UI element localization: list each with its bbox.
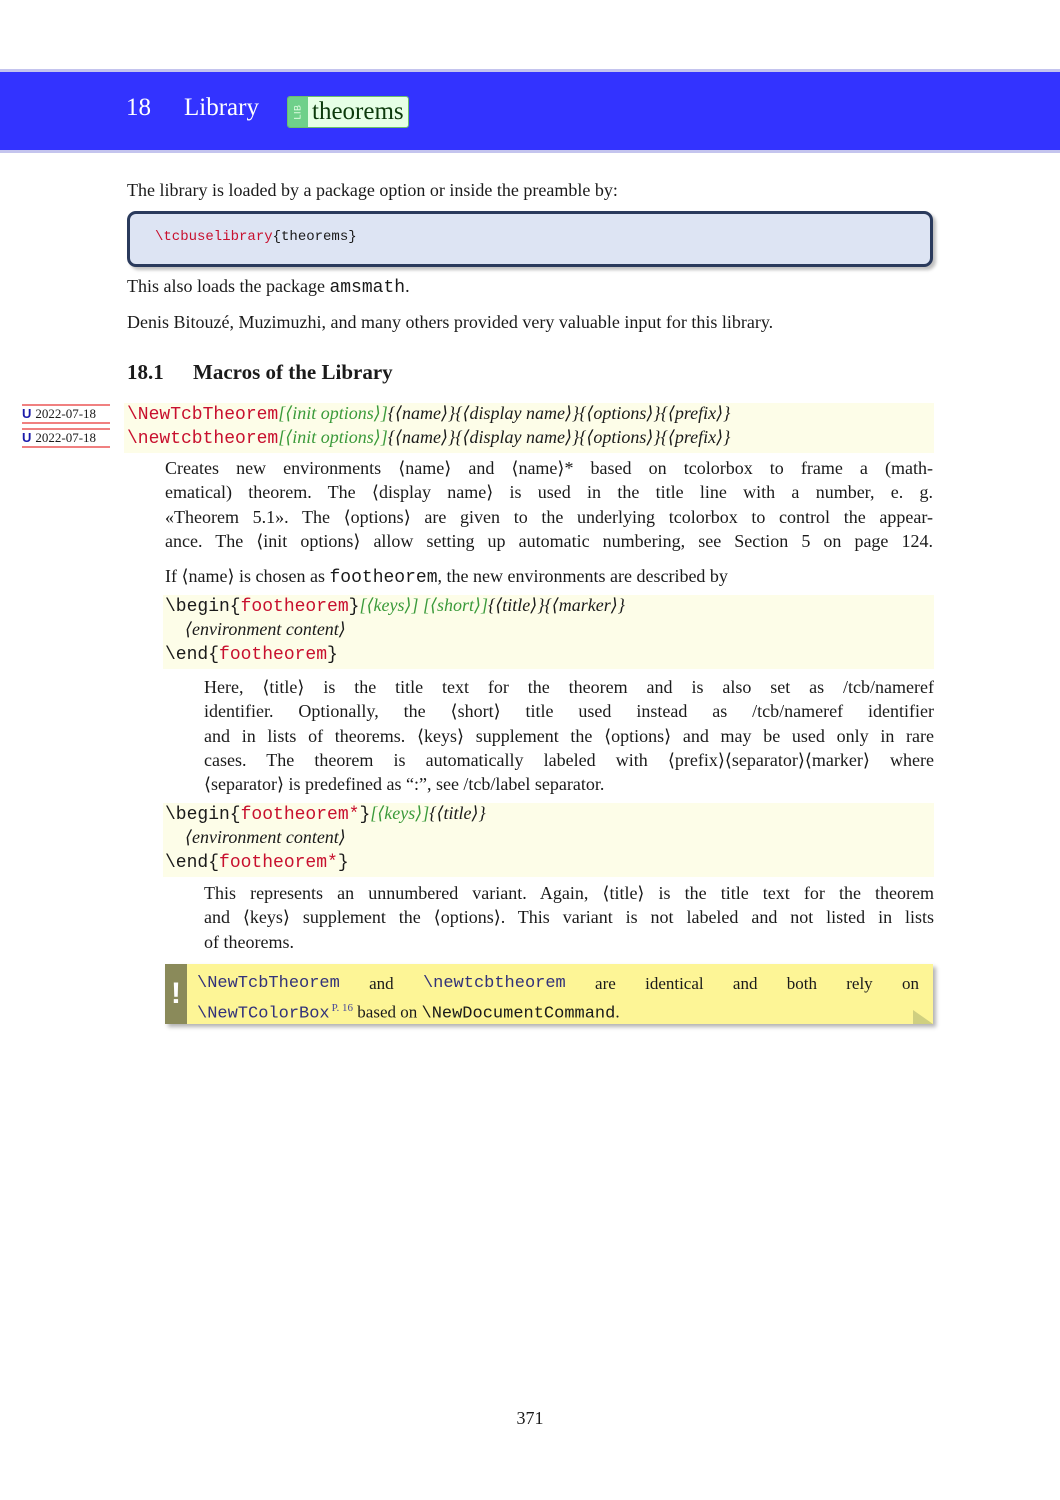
note-text: \NewTcbTheorem and \newtcbtheorem are id…	[197, 972, 919, 1024]
signature-row: \newtcbtheorem[⟨init options⟩]{⟨name⟩}{⟨…	[127, 427, 731, 449]
command-description: Creates new environments ⟨name⟩ and ⟨nam…	[165, 458, 933, 551]
package-name: amsmath	[329, 278, 406, 298]
page-ref[interactable]: P. 16	[332, 1002, 353, 1014]
library-badge: LIB theorems	[287, 96, 409, 128]
code-example-box: \tcbuselibrary{theorems}	[127, 211, 933, 267]
exclamation-icon: !	[165, 964, 187, 1024]
command-link[interactable]: \NewTColorBox	[197, 1005, 330, 1024]
footheorem-intro: If ⟨name⟩ is chosen as footheorem, the n…	[165, 566, 728, 588]
command-link[interactable]: \newtcbtheorem	[423, 972, 566, 996]
code-line: \tcbuselibrary{theorems}	[155, 229, 357, 245]
update-marker: U 2022-07-18	[22, 428, 110, 448]
env2-description: This represents an unnumbered variant. A…	[204, 883, 934, 952]
env1-description: Here, ⟨title⟩ is the title text for the …	[204, 677, 934, 795]
also-loads-text: This also loads the package amsmath.	[127, 276, 410, 298]
section-number: 18.1	[127, 360, 164, 384]
note-box: ! \NewTcbTheorem and \newtcbtheorem are …	[165, 964, 933, 1024]
environment-signature: \begin{footheorem}[⟨keys⟩] [⟨short⟩]{⟨ti…	[163, 595, 934, 669]
update-marker: U 2022-07-18	[22, 404, 110, 424]
section-heading: 18.1 Macros of the Library	[127, 360, 393, 385]
chapter-title: Library	[184, 94, 259, 121]
command-link[interactable]: \NewTcbTheorem	[197, 972, 340, 996]
environment-signature: \begin{footheorem*}[⟨keys⟩]{⟨title⟩} ⟨en…	[163, 803, 934, 877]
command-name[interactable]: \newtcbtheorem	[127, 429, 278, 449]
page-number: 371	[516, 1408, 544, 1428]
thanks-text: Denis Bitouzé, Muzimuzhi, and many other…	[127, 312, 774, 332]
signature-row: \NewTcbTheorem[⟨init options⟩]{⟨name⟩}{⟨…	[127, 403, 731, 425]
lib-tag: LIB	[288, 97, 308, 127]
page-curl-decoration	[913, 1010, 933, 1024]
command-signature-block: \NewTcbTheorem[⟨init options⟩]{⟨name⟩}{⟨…	[124, 403, 934, 453]
load-text: The library is loaded by a package optio…	[127, 180, 618, 200]
section-title: Macros of the Library	[193, 360, 393, 384]
library-name: theorems	[308, 97, 408, 127]
chapter-number: 18	[126, 94, 151, 121]
chapter-header: 18 Library	[0, 72, 1060, 150]
command-name[interactable]: \NewTcbTheorem	[127, 405, 278, 425]
